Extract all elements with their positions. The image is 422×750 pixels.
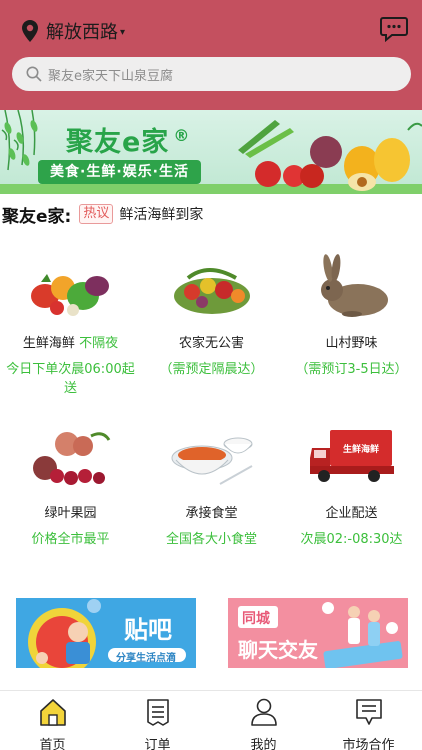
category-enterprise-delivery[interactable]: 生鲜海鲜 企业配送 次晨02:-08:30达 xyxy=(281,408,422,568)
category-orchard[interactable]: 绿叶果园 价格全市最平 xyxy=(0,408,141,568)
tab-profile[interactable]: 我的 xyxy=(211,691,316,750)
category-name: 企业配送 xyxy=(325,506,378,521)
rabbit-icon xyxy=(320,254,388,317)
message-button[interactable] xyxy=(380,16,408,43)
category-subtitle: （需预订3-5日达） xyxy=(295,362,408,377)
forum-subtitle: 分享生活点滴 xyxy=(116,653,176,664)
social-badge: 同城 xyxy=(242,611,270,627)
top-header: 解放西路 ▾ 聚友e家天下山泉豆腐 xyxy=(0,0,422,110)
tab-label: 我的 xyxy=(250,738,277,750)
category-fresh-seafood[interactable]: 生鲜海鲜 不隔夜 今日下单次晨06:00起送 xyxy=(0,238,141,398)
notice-bar[interactable]: 聚友e家: 热议 鲜活海鲜到家 xyxy=(0,194,422,234)
notice-brand: 聚友e家: xyxy=(2,206,72,227)
delivery-truck-icon: 生鲜海鲜 xyxy=(309,430,394,482)
home-icon xyxy=(39,699,66,726)
meal-bowl-icon xyxy=(171,437,252,485)
social-title: 聊天交友 xyxy=(238,638,318,662)
chevron-down-icon: ▾ xyxy=(120,26,126,38)
category-name: 绿叶果园 xyxy=(44,506,97,521)
tab-label: 首页 xyxy=(39,738,66,750)
category-subtitle: 全国各大小食堂 xyxy=(165,532,257,547)
location-pin-icon xyxy=(22,20,38,42)
banner-title: 聚友e家 ® xyxy=(66,126,191,158)
tab-label: 订单 xyxy=(144,738,171,750)
bottom-tab-bar: 首页 订单 我的 市场合作 xyxy=(0,690,422,750)
tab-orders[interactable]: 订单 xyxy=(105,691,210,750)
fruit-icon xyxy=(32,432,110,485)
tab-home[interactable]: 首页 xyxy=(0,691,105,750)
category-canteen[interactable]: 承接食堂 全国各大小食堂 xyxy=(141,408,282,568)
category-subtitle: 次晨02:-08:30达 xyxy=(300,532,403,547)
social-banner[interactable]: 同城 聊天交友 xyxy=(228,598,408,668)
tab-label: 市场合作 xyxy=(342,738,395,750)
vegetables-icon xyxy=(30,274,109,316)
user-icon xyxy=(250,698,277,726)
farm-produce-icon xyxy=(173,268,250,314)
category-name: 山村野味 xyxy=(325,336,378,351)
hot-badge: 热议 xyxy=(79,204,114,224)
search-placeholder: 聚友e家天下山泉豆腐 xyxy=(48,68,173,84)
location-label: 解放西路 xyxy=(46,22,118,43)
category-name: 承接食堂 xyxy=(185,506,238,521)
search-icon xyxy=(26,66,42,82)
category-name: 生鲜海鲜 不隔夜 xyxy=(22,336,119,351)
order-icon xyxy=(146,699,169,726)
tab-cooperation[interactable]: 市场合作 xyxy=(316,691,421,750)
forum-banner[interactable]: 贴吧 分享生活点滴 xyxy=(16,598,196,668)
category-subtitle: 今日下单次晨06:00起送 xyxy=(6,362,135,396)
cooperation-icon xyxy=(355,699,382,725)
category-name: 农家无公害 xyxy=(178,336,244,351)
truck-label: 生鲜海鲜 xyxy=(342,443,378,455)
search-bar[interactable]: 聚友e家天下山泉豆腐 xyxy=(12,57,411,91)
chat-bubble-icon xyxy=(380,17,408,43)
category-farm-organic[interactable]: 农家无公害 （需预定隔晨达） xyxy=(141,238,282,398)
category-subtitle: 价格全市最平 xyxy=(31,532,110,547)
category-mountain-game[interactable]: 山村野味 （需预订3-5日达） xyxy=(281,238,422,398)
notice-text: 鲜活海鲜到家 xyxy=(119,207,204,223)
forum-title: 贴吧 xyxy=(124,616,172,644)
location-selector[interactable]: 解放西路 ▾ xyxy=(22,18,125,44)
category-subtitle: （需预定隔晨达） xyxy=(159,362,264,377)
banner-tagline: 美食·生鲜·娱乐·生活 xyxy=(38,160,201,184)
promo-banner[interactable]: 聚友e家 ® 美食·生鲜·娱乐·生活 xyxy=(0,110,422,194)
